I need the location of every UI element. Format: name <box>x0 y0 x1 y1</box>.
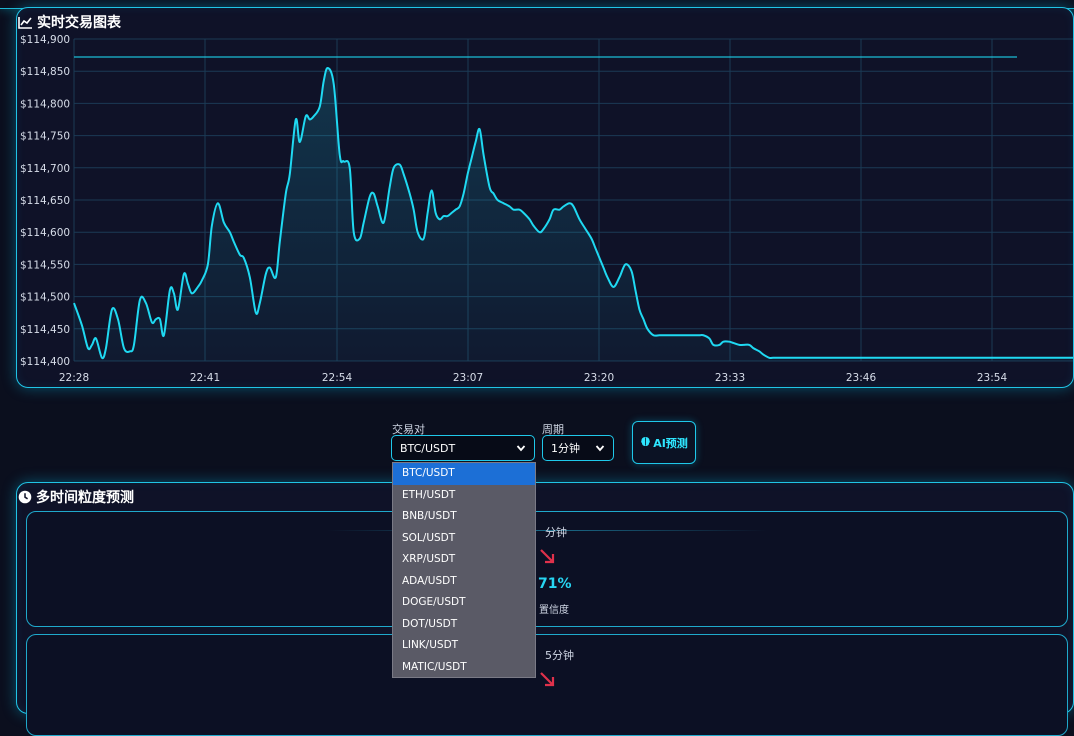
multi-timeframe-panel: 多时间粒度预测 分钟 71% 置信度 5分钟 <box>16 482 1074 736</box>
x-tick-label: 22:28 <box>59 372 89 384</box>
period-select-value: 1分钟 <box>551 442 580 455</box>
pair-select[interactable]: BTC/USDT <box>391 435 535 461</box>
clock-icon <box>18 490 32 504</box>
y-tick-label: $114,800 <box>20 98 70 110</box>
x-tick-label: 22:41 <box>190 372 220 384</box>
y-tick-label: $114,400 <box>20 356 70 368</box>
pair-option-link-usdt[interactable]: LINK/USDT <box>393 635 535 657</box>
y-tick-label: $114,850 <box>20 66 70 78</box>
y-tick-label: $114,550 <box>20 259 70 271</box>
ai-predict-button[interactable]: AI预测 <box>632 421 696 464</box>
y-tick-label: $114,750 <box>20 131 70 143</box>
multi-panel-title: 多时间粒度预测 <box>36 490 134 506</box>
card-confidence-label: 置信度 <box>539 605 569 616</box>
y-tick-label: $114,650 <box>20 195 70 207</box>
chevron-down-icon <box>516 445 526 452</box>
y-tick-label: $114,700 <box>20 163 70 175</box>
down-arrow-icon <box>540 672 555 687</box>
y-tick-label: $114,450 <box>20 324 70 336</box>
x-tick-label: 23:54 <box>977 372 1008 384</box>
pair-option-matic-usdt[interactable]: MATIC/USDT <box>393 657 535 679</box>
y-tick-label: $114,600 <box>20 227 70 239</box>
card-period: 分钟 <box>545 526 567 539</box>
pair-dropdown-menu: BTC/USDT ETH/USDT BNB/USDT SOL/USDT XRP/USDT… <box>392 462 536 678</box>
down-arrow-icon <box>540 549 555 564</box>
pair-option-ada-usdt[interactable]: ADA/USDT <box>393 571 535 593</box>
pair-option-eth-usdt[interactable]: ETH/USDT <box>393 485 535 507</box>
prediction-card: 分钟 71% 置信度 <box>26 511 1068 627</box>
card-confidence-value: 71% <box>538 576 572 592</box>
pair-option-doge-usdt[interactable]: DOGE/USDT <box>393 592 535 614</box>
realtime-chart-panel: 实时交易图表 $114,900 $114,850 $114,800 $114,750 $… <box>16 7 1074 388</box>
prediction-card: 5分钟 <box>26 634 1068 736</box>
y-tick-label: $114,500 <box>20 292 70 304</box>
x-tick-label: 23:46 <box>846 372 877 384</box>
x-tick-label: 23:33 <box>715 372 745 384</box>
multi-panel-header: 多时间粒度预测 <box>18 487 134 507</box>
price-chart: $114,900 $114,850 $114,800 $114,750 $114,700… <box>20 34 1073 384</box>
pair-option-bnb-usdt[interactable]: BNB/USDT <box>393 506 535 528</box>
chevron-down-icon <box>595 445 605 452</box>
x-tick-label: 23:20 <box>584 372 614 384</box>
price-area-fill <box>74 67 1073 361</box>
pair-option-xrp-usdt[interactable]: XRP/USDT <box>393 549 535 571</box>
pair-option-sol-usdt[interactable]: SOL/USDT <box>393 528 535 550</box>
pair-option-btc-usdt[interactable]: BTC/USDT <box>393 463 535 485</box>
x-tick-label: 23:07 <box>453 372 483 384</box>
x-tick-label: 22:54 <box>322 372 353 384</box>
pair-option-dot-usdt[interactable]: DOT/USDT <box>393 614 535 636</box>
ai-predict-label: AI预测 <box>653 436 688 450</box>
pair-select-value: BTC/USDT <box>400 441 456 455</box>
brain-icon <box>640 436 651 450</box>
card-period: 5分钟 <box>545 649 574 662</box>
period-select[interactable]: 1分钟 <box>542 435 614 461</box>
y-tick-label: $114,900 <box>20 34 70 46</box>
